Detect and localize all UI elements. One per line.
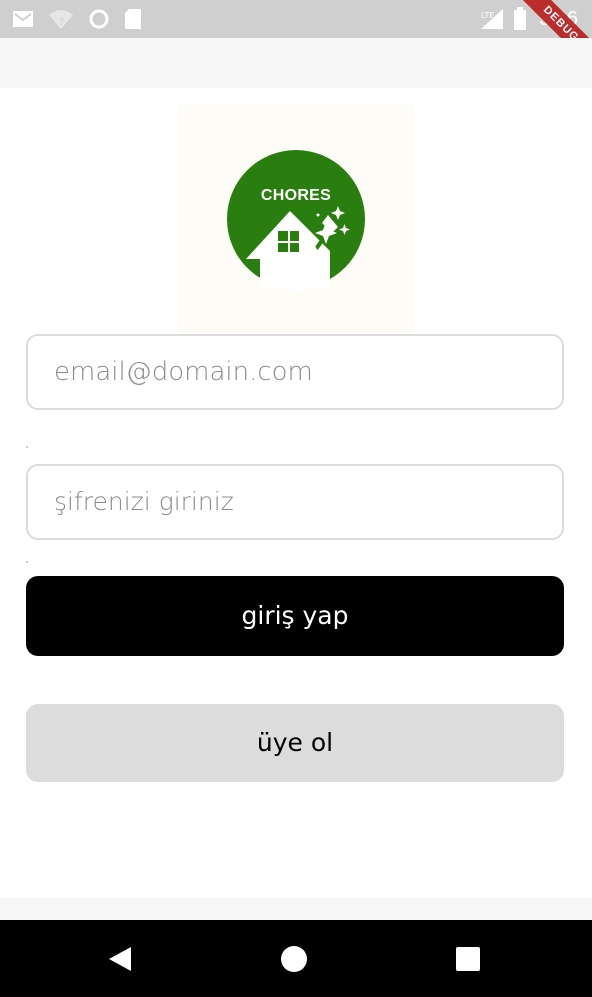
logo-text: CHORES — [260, 187, 332, 204]
gmail-icon — [13, 11, 33, 27]
wifi-icon: ? — [49, 10, 73, 29]
email-input[interactable]: email@domain.com — [26, 334, 564, 410]
sd-card-icon — [125, 9, 141, 29]
login-screen: CHORES email@domain.com şifrenizi girini… — [0, 88, 592, 898]
bottom-strip — [0, 898, 592, 920]
divider-dot — [26, 446, 28, 448]
home-button[interactable] — [254, 920, 334, 997]
svg-text:?: ? — [59, 17, 64, 28]
chores-logo: CHORES — [178, 103, 414, 335]
back-button[interactable] — [80, 920, 160, 997]
svg-text:LTE: LTE — [481, 11, 494, 20]
login-button[interactable]: giriş yap — [26, 576, 564, 656]
app-bar — [0, 38, 592, 88]
recents-button[interactable] — [428, 920, 508, 997]
status-bar: ? LTE 3:16 DEBUG — [0, 0, 592, 78]
navigation-bar — [0, 920, 592, 997]
signal-icon: LTE — [481, 9, 504, 29]
circle-icon — [89, 9, 109, 29]
divider-dot — [26, 561, 28, 563]
back-icon — [109, 946, 131, 971]
register-button[interactable]: üye ol — [26, 704, 564, 782]
chores-logo-icon — [227, 150, 365, 293]
home-icon — [281, 945, 307, 972]
password-input[interactable]: şifrenizi giriniz — [26, 464, 564, 540]
recents-icon — [456, 946, 480, 971]
battery-icon — [514, 7, 527, 30]
